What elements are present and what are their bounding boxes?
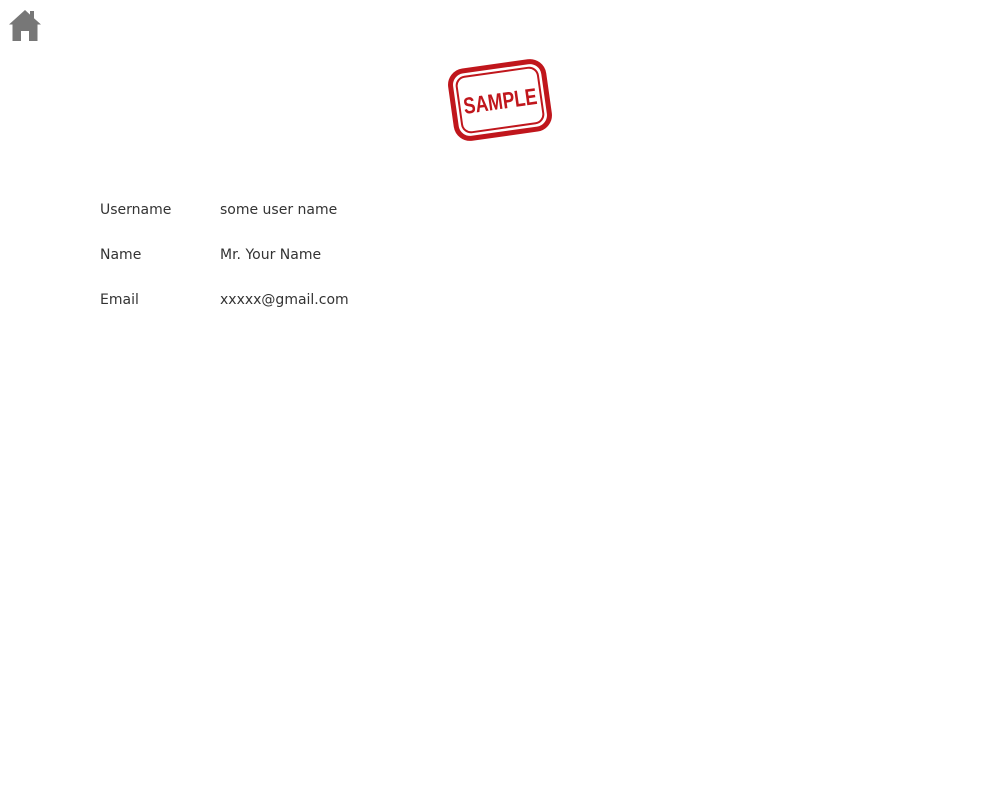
- profile-page: SAMPLE Username some user name Name Mr. …: [0, 0, 1000, 800]
- username-row: Username some user name: [100, 200, 349, 220]
- email-value: xxxxx@gmail.com: [220, 292, 349, 308]
- home-icon: [8, 8, 42, 42]
- email-label: Email: [100, 292, 139, 308]
- email-row: Email xxxxx@gmail.com: [100, 290, 349, 310]
- profile-details: Username some user name Name Mr. Your Na…: [100, 200, 349, 335]
- username-label: Username: [100, 202, 172, 218]
- home-button[interactable]: [8, 8, 42, 42]
- svg-text:SAMPLE: SAMPLE: [462, 83, 539, 119]
- name-row: Name Mr. Your Name: [100, 245, 349, 265]
- name-value: Mr. Your Name: [220, 247, 322, 263]
- username-value: some user name: [220, 202, 338, 218]
- name-label: Name: [100, 247, 142, 263]
- sample-stamp-logo: SAMPLE: [448, 54, 552, 146]
